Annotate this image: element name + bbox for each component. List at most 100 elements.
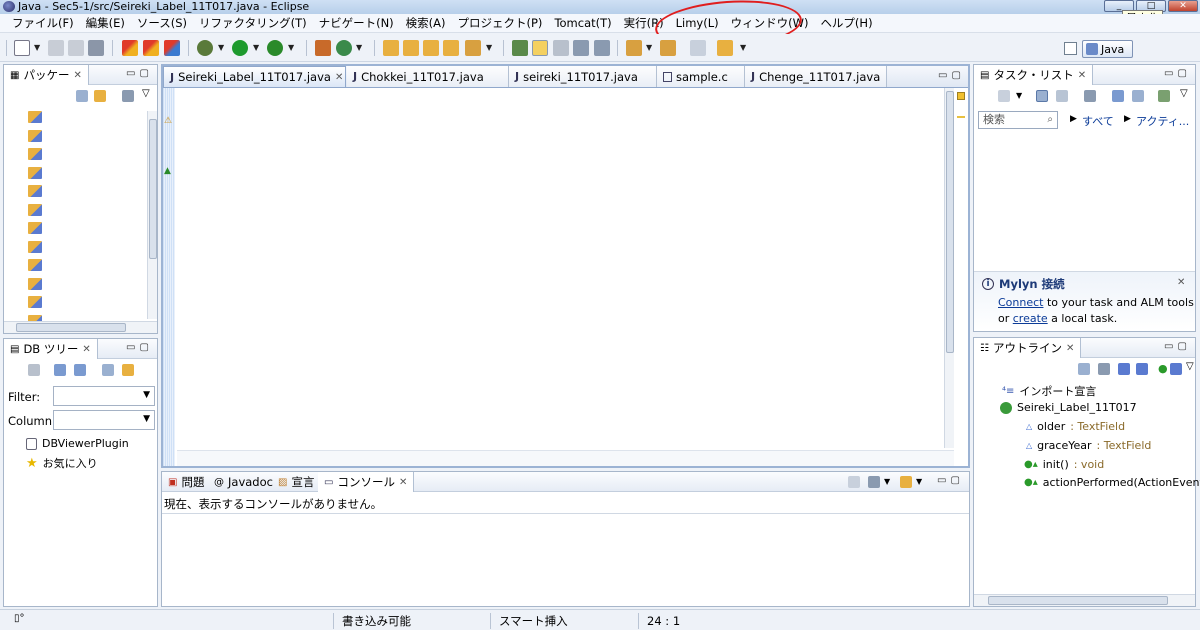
create-link[interactable]: create — [1013, 312, 1048, 325]
view-menu-icon[interactable]: ▽ — [1186, 361, 1194, 372]
project-folder-icon[interactable] — [28, 185, 42, 197]
editor-hscroll[interactable] — [177, 450, 954, 466]
link-icon[interactable] — [122, 364, 134, 376]
open-type-icon[interactable] — [403, 40, 419, 56]
run-icon[interactable] — [232, 40, 248, 56]
scheduled-icon[interactable] — [1056, 90, 1068, 102]
outline-item-class[interactable]: Seireki_Label_11T017 — [1000, 401, 1137, 414]
open-perspective-icon[interactable] — [1064, 42, 1077, 55]
tab-db-tree[interactable]: ▤ DB ツリー ✕ — [4, 339, 98, 359]
pin-console-icon[interactable] — [848, 476, 860, 488]
focus-icon[interactable] — [1158, 90, 1170, 102]
close-icon[interactable]: ✕ — [1078, 70, 1086, 81]
menu-project[interactable]: プロジェクト(P) — [452, 14, 549, 32]
filter-icon[interactable] — [122, 90, 134, 102]
project-folder-icon[interactable] — [28, 166, 42, 179]
link-editor-icon[interactable] — [94, 90, 106, 102]
menu-help[interactable]: ヘルプ(H) — [814, 14, 878, 32]
menu-navigate[interactable]: ナビゲート(N) — [313, 14, 400, 32]
tree-item-dbviewer[interactable]: DBViewerPlugin — [26, 437, 129, 450]
project-folder-icon[interactable] — [28, 203, 42, 216]
package-vscroll[interactable] — [147, 111, 157, 319]
close-icon[interactable]: ✕ — [82, 344, 90, 355]
java-perspective-button[interactable]: Java — [1082, 40, 1133, 58]
debug-tool-icon[interactable] — [122, 40, 138, 56]
view-minmax-icon[interactable]: ▭▢ — [126, 68, 153, 79]
outline-item-init[interactable]: ●▴ init() : void — [1024, 458, 1104, 471]
show-whitespace-icon[interactable] — [573, 40, 589, 56]
editor-tab-chenge[interactable]: J Chenge_11T017.java — [745, 66, 887, 87]
last-edit-icon[interactable] — [690, 40, 706, 56]
project-folder-icon[interactable] — [28, 148, 42, 160]
tab-package-explorer[interactable]: ▦ パッケー ✕ — [4, 65, 89, 85]
filter-all-link[interactable]: すべて — [1082, 113, 1114, 129]
categorized-icon[interactable] — [1036, 90, 1048, 102]
import-icon[interactable] — [54, 364, 66, 376]
tab-javadoc[interactable]: @ Javadoc — [208, 472, 279, 492]
view-minmax-icon[interactable]: ▭▢ — [1164, 341, 1191, 352]
fast-view-icon[interactable]: ▯° — [14, 613, 25, 624]
next-annotation-icon[interactable] — [626, 40, 642, 56]
open-folder-icon[interactable] — [383, 40, 399, 56]
outline-item-graceyear[interactable]: △ graceYear : TextField — [1026, 439, 1151, 452]
tab-task-list[interactable]: ▤ タスク・リスト ✕ — [974, 65, 1094, 85]
outline-item-imports[interactable]: ⁴≡ インポート宣言 — [1002, 383, 1096, 399]
synchronize-icon[interactable] — [1084, 90, 1096, 102]
editor-tab-seireki-label[interactable]: J Seireki_Label_11T017.java ✕ — [163, 66, 346, 87]
tab-declaration[interactable]: ▨ 宣言 — [272, 472, 320, 492]
filter-combo[interactable]: ▼ — [53, 386, 155, 406]
view-minmax-icon[interactable]: ▭▢ — [126, 342, 153, 353]
project-folder-icon[interactable] — [28, 296, 42, 308]
editor-tab-chokkei[interactable]: J Chokkei_11T017.java — [347, 66, 509, 87]
hide-local-types-icon[interactable] — [1170, 363, 1182, 375]
external-tools-icon[interactable] — [267, 40, 283, 56]
project-folder-icon[interactable] — [28, 111, 42, 123]
editor-minmax-icon[interactable]: ▭▢ — [938, 70, 965, 81]
hide-completed-icon[interactable] — [1112, 90, 1124, 102]
menu-source[interactable]: ソース(S) — [131, 14, 193, 32]
print-icon[interactable] — [88, 40, 104, 56]
outline-item-actionperformed[interactable]: ●▴ actionPerformed(ActionEvent — [1024, 476, 1200, 489]
close-button[interactable]: ✕ — [1168, 0, 1198, 12]
paragraph-icon[interactable] — [594, 40, 610, 56]
close-icon[interactable]: ✕ — [1066, 343, 1074, 354]
open-task-icon[interactable] — [423, 40, 439, 56]
view-minmax-icon[interactable]: ▭▢ — [1164, 68, 1191, 79]
tab-problems[interactable]: ▣ 問題 — [162, 472, 210, 492]
new-task-icon[interactable] — [998, 90, 1010, 102]
project-folder-icon[interactable] — [28, 277, 42, 290]
display-console-icon[interactable] — [868, 476, 880, 488]
connect-link[interactable]: Connect — [998, 296, 1043, 309]
menu-search[interactable]: 検索(A) — [400, 14, 452, 32]
editor-tab-sample-c[interactable]: sample.c — [657, 66, 745, 87]
console-minmax-icon[interactable]: ▭▢ — [937, 475, 964, 486]
prev-annotation-icon[interactable] — [660, 40, 676, 56]
project-folder-icon[interactable] — [28, 240, 42, 253]
tab-console[interactable]: ▭ コンソール ✕ — [318, 472, 415, 492]
back-icon[interactable] — [717, 40, 733, 56]
project-folder-icon[interactable] — [28, 222, 42, 234]
close-icon[interactable]: ✕ — [399, 477, 407, 488]
hide-fields-icon[interactable] — [1118, 363, 1130, 375]
debug-icon[interactable] — [197, 40, 213, 56]
highlight-icon[interactable] — [532, 40, 548, 56]
toggle-mark-icon[interactable] — [512, 40, 528, 56]
view-menu-icon[interactable]: ▽ — [142, 88, 150, 99]
project-folder-icon[interactable] — [28, 259, 42, 271]
search-tool-icon[interactable] — [465, 40, 481, 56]
collapse-all-icon[interactable] — [1078, 363, 1090, 375]
menu-refactor[interactable]: リファクタリング(T) — [193, 14, 313, 32]
database-add-icon[interactable] — [28, 364, 40, 376]
collapse-all-icon[interactable] — [102, 364, 114, 376]
view-menu-icon[interactable]: ▽ — [1180, 88, 1188, 99]
menu-tomcat[interactable]: Tomcat(T) — [548, 14, 617, 32]
save-all-icon[interactable] — [68, 40, 84, 56]
menu-file[interactable]: ファイル(F) — [6, 14, 80, 32]
new-class-icon[interactable] — [336, 40, 352, 56]
close-icon[interactable]: ✕ — [73, 70, 81, 81]
tree-item-favorites[interactable]: ★ お気に入り — [26, 455, 98, 471]
outline-item-older[interactable]: △ older : TextField — [1026, 420, 1125, 433]
menu-edit[interactable]: 編集(E) — [80, 14, 131, 32]
hide-static-icon[interactable] — [1136, 363, 1148, 375]
package-hscroll[interactable] — [4, 321, 157, 333]
